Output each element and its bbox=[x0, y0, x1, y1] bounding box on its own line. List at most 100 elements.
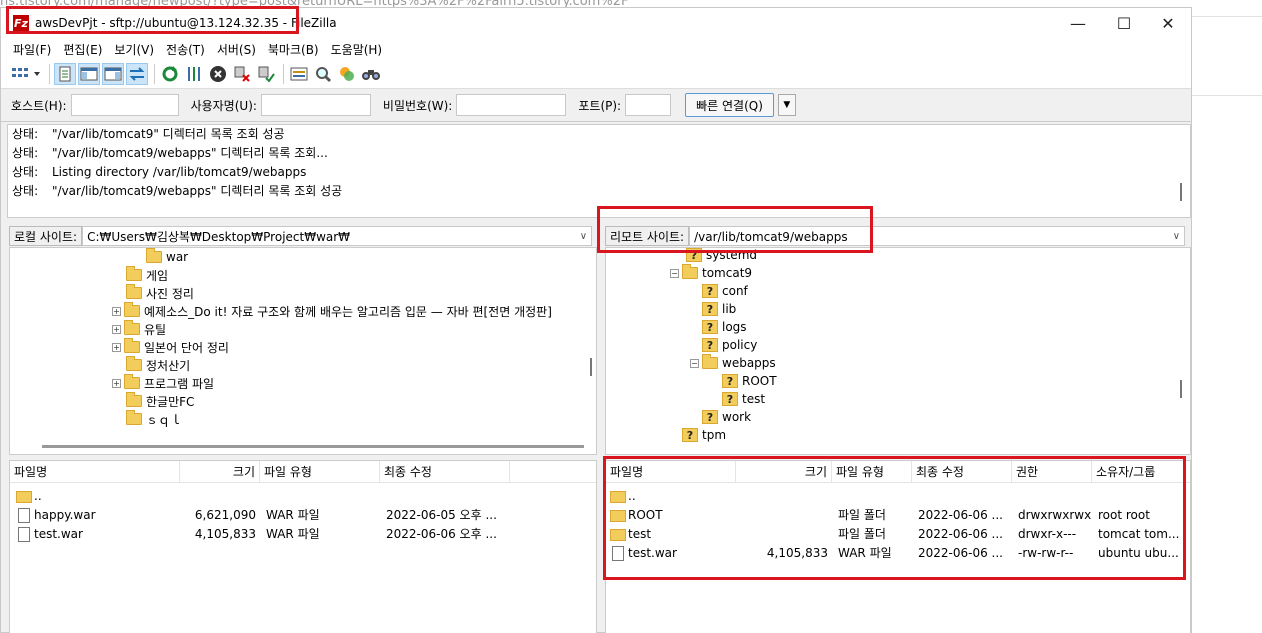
table-row[interactable]: test.war 4,105,833 WAR 파일 2022-06-06 오후 … bbox=[10, 525, 596, 544]
tree-node-systemd[interactable]: ? systemd bbox=[686, 248, 757, 264]
tree-node-logs[interactable]: ? logs bbox=[702, 318, 747, 336]
table-row[interactable]: test 파일 폴더 2022-06-06 ... drwxr-x--- tom… bbox=[606, 525, 1190, 544]
remote-list-header: 파일명 크기 파일 유형 최종 수정 권한 소유자/그룹 bbox=[606, 461, 1190, 483]
tree-node-lib[interactable]: ? lib bbox=[702, 300, 736, 318]
log-line: 상태: "/var/lib/tomcat9" 디렉터리 목록 조회 성공 bbox=[12, 127, 285, 141]
menu-server[interactable]: 서버(S) bbox=[211, 41, 262, 58]
column-size[interactable]: 크기 bbox=[736, 461, 832, 483]
filezilla-window: Fz awsDevPjt - sftp://ubuntu@13.124.32.3… bbox=[0, 7, 1192, 633]
toolbar bbox=[1, 60, 1191, 88]
chevron-down-icon: ∨ bbox=[579, 231, 588, 242]
tree-node-webapps[interactable]: − webapps bbox=[690, 354, 776, 372]
cancel-icon[interactable] bbox=[207, 63, 229, 85]
local-tree-hscrollbar[interactable] bbox=[42, 445, 584, 448]
filter-icon[interactable] bbox=[288, 63, 310, 85]
menu-transfer[interactable]: 전송(T) bbox=[160, 41, 211, 58]
column-type[interactable]: 파일 유형 bbox=[832, 461, 912, 483]
close-button[interactable]: ✕ bbox=[1145, 8, 1191, 38]
column-permissions[interactable]: 권한 bbox=[1012, 461, 1092, 483]
table-row[interactable]: .. bbox=[606, 487, 1190, 506]
title-bar: Fz awsDevPjt - sftp://ubuntu@13.124.32.3… bbox=[1, 8, 1191, 38]
remote-tree-vscrollbar[interactable] bbox=[1180, 380, 1182, 398]
tree-node-japanese[interactable]: + 일본어 단어 정리 bbox=[112, 338, 229, 356]
remote-path-bar: 리모트 사이트: /var/lib/tomcat9/webapps ∨ bbox=[605, 225, 1191, 247]
tree-node-examples[interactable]: + 예제소스_Do it! 자료 구조와 함께 배우는 알고리즘 입문 — 자바 … bbox=[112, 302, 552, 320]
column-owner[interactable]: 소유자/그룹 bbox=[1092, 461, 1190, 483]
chevron-down-icon: ∨ bbox=[1172, 231, 1181, 242]
filezilla-icon: Fz bbox=[13, 15, 29, 31]
tree-node-sql[interactable]: ｓｑｌ bbox=[126, 410, 182, 428]
menu-file[interactable]: 파일(F) bbox=[7, 41, 57, 58]
search-icon[interactable] bbox=[312, 63, 334, 85]
local-list-header: 파일명 크기 파일 유형 최종 수정 bbox=[10, 461, 596, 483]
local-tree-vscrollbar[interactable] bbox=[590, 358, 592, 376]
remote-tree: ? systemd − tomcat9 ? conf ? lib ? logs ? poli… bbox=[605, 247, 1191, 455]
toggle-log-icon[interactable] bbox=[54, 63, 76, 85]
toggle-remote-tree-icon[interactable] bbox=[102, 63, 124, 85]
browser-background bbox=[1192, 0, 1262, 633]
log-line: 상태: "/var/lib/tomcat9/webapps" 디렉터리 목록 조회… bbox=[12, 146, 328, 160]
tree-node-conf[interactable]: ? conf bbox=[702, 282, 748, 300]
site-manager-icon[interactable] bbox=[9, 63, 43, 85]
menu-bar: 파일(F) 편집(E) 보기(V) 전송(T) 서버(S) 북마크(B) 도움말… bbox=[1, 38, 1191, 60]
password-input[interactable] bbox=[456, 94, 567, 116]
port-input[interactable] bbox=[625, 94, 672, 116]
tree-node-tomcat9[interactable]: − tomcat9 bbox=[670, 264, 752, 282]
chevron-down-icon[interactable]: ▼ bbox=[777, 94, 796, 116]
tree-node-war[interactable]: war bbox=[146, 248, 188, 266]
local-path-bar: 로컬 사이트: C:₩Users₩김상복₩Desktop₩Project₩war… bbox=[9, 225, 597, 247]
column-modified[interactable]: 최종 수정 bbox=[912, 461, 1012, 483]
tree-node-exam[interactable]: 정처산기 bbox=[126, 356, 190, 374]
log-line: 상태: "/var/lib/tomcat9/webapps" 디렉터리 목록 조회… bbox=[12, 184, 343, 198]
minimize-button[interactable]: — bbox=[1055, 8, 1101, 38]
log-scrollbar[interactable] bbox=[1180, 183, 1182, 201]
table-row[interactable]: happy.war 6,621,090 WAR 파일 2022-06-05 오후… bbox=[10, 506, 596, 525]
message-log: 상태: "/var/lib/tomcat9" 디렉터리 목록 조회 성공 상태: "… bbox=[7, 124, 1191, 218]
table-row[interactable]: test.war 4,105,833 WAR 파일 2022-06-06 ...… bbox=[606, 544, 1190, 563]
tree-node-program-files[interactable]: + 프로그램 파일 bbox=[112, 374, 214, 392]
tree-node-game[interactable]: 게임 bbox=[126, 266, 168, 284]
host-input[interactable] bbox=[70, 94, 179, 116]
transfer-queue-icon[interactable] bbox=[126, 63, 148, 85]
maximize-button[interactable]: ☐ bbox=[1101, 8, 1147, 38]
find-icon[interactable] bbox=[360, 63, 382, 85]
refresh-icon[interactable] bbox=[159, 63, 181, 85]
menu-help[interactable]: 도움말(H) bbox=[325, 41, 389, 58]
reconnect-icon[interactable] bbox=[255, 63, 277, 85]
tree-node-test[interactable]: ? test bbox=[722, 390, 765, 408]
tree-node-hangul[interactable]: 한글만FC bbox=[126, 392, 194, 410]
column-filename[interactable]: 파일명 bbox=[606, 461, 736, 483]
menu-bookmarks[interactable]: 북마크(B) bbox=[262, 41, 325, 58]
host-label: 호스트(H): bbox=[11, 98, 67, 113]
tree-node-root[interactable]: ? ROOT bbox=[722, 372, 777, 390]
table-row[interactable]: .. bbox=[10, 487, 596, 506]
local-path-input[interactable]: C:₩Users₩김상복₩Desktop₩Project₩war₩ ∨ bbox=[82, 226, 593, 246]
tree-node-work[interactable]: ? work bbox=[702, 408, 751, 426]
disconnect-icon[interactable] bbox=[231, 63, 253, 85]
username-input[interactable] bbox=[260, 94, 371, 116]
table-row[interactable]: ROOT 파일 폴더 2022-06-06 ... drwxrwxrwx roo… bbox=[606, 506, 1190, 525]
column-size[interactable]: 크기 bbox=[180, 461, 260, 483]
log-line: 상태: Listing directory /var/lib/tomcat9/we… bbox=[12, 165, 307, 179]
menu-view[interactable]: 보기(V) bbox=[108, 41, 160, 58]
column-modified[interactable]: 최종 수정 bbox=[380, 461, 510, 483]
tree-node-policy[interactable]: ? policy bbox=[702, 336, 757, 354]
column-type[interactable]: 파일 유형 bbox=[260, 461, 380, 483]
menu-edit[interactable]: 편집(E) bbox=[57, 41, 108, 58]
remote-path-input[interactable]: /var/lib/tomcat9/webapps ∨ bbox=[689, 226, 1186, 246]
tree-node-tpm[interactable]: ? tpm bbox=[682, 426, 726, 444]
column-filename[interactable]: 파일명 bbox=[10, 461, 180, 483]
quickconnect-bar: 호스트(H): 사용자명(U): 비밀번호(W): 포트(P): 빠른 연결(Q… bbox=[1, 88, 1191, 122]
process-queue-icon[interactable] bbox=[183, 63, 205, 85]
compare-icon[interactable] bbox=[336, 63, 358, 85]
remote-file-list: 파일명 크기 파일 유형 최종 수정 권한 소유자/그룹 .. ROOT 파일 … bbox=[605, 460, 1191, 633]
tree-node-utils[interactable]: + 유틸 bbox=[112, 320, 166, 338]
tree-node-photos[interactable]: 사진 정리 bbox=[126, 284, 194, 302]
local-site-label: 로컬 사이트: bbox=[9, 226, 83, 246]
username-label: 사용자명(U): bbox=[190, 98, 257, 113]
window-title: awsDevPjt - sftp://ubuntu@13.124.32.35 -… bbox=[35, 16, 337, 30]
toggle-local-tree-icon[interactable] bbox=[78, 63, 100, 85]
port-label: 포트(P): bbox=[578, 98, 622, 113]
quickconnect-button[interactable]: 빠른 연결(Q) bbox=[685, 93, 774, 117]
remote-site-label: 리모트 사이트: bbox=[605, 226, 690, 246]
